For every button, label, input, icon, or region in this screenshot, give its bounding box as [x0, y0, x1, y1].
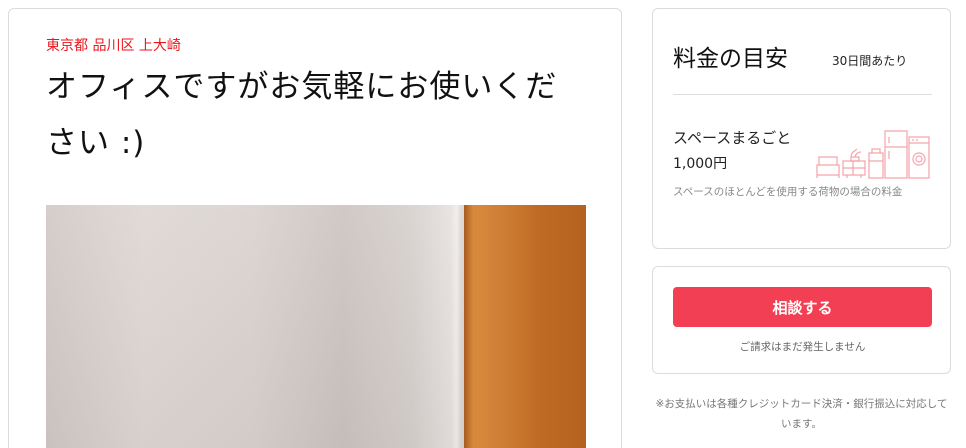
plan-name: スペースまるごと: [673, 129, 792, 147]
listing-card: 東京都 品川区 上大崎 オフィスですがお気軽にお使いください :): [8, 8, 622, 448]
listing-location[interactable]: 東京都 品川区 上大崎: [46, 35, 181, 55]
price-period: 30日間あたり: [832, 54, 908, 68]
billing-note: ご請求はまだ発生しません: [739, 341, 866, 353]
plan-note: スペースのほとんどを使用する荷物の場合の料金: [673, 186, 903, 198]
consult-button[interactable]: 相談する: [673, 287, 932, 327]
photo-door: [464, 205, 586, 448]
price-estimate-card: 料金の目安 30日間あたり スペースまるごと 1,000円 スペースのほとんどを…: [652, 8, 951, 249]
listing-title: オフィスですがお気軽にお使いください :): [46, 69, 558, 161]
price-heading: 料金の目安: [673, 46, 788, 72]
listing-photo[interactable]: [46, 205, 586, 448]
divider: [673, 94, 932, 95]
photo-door-edge: [464, 205, 474, 448]
furniture-icon: [816, 130, 930, 179]
action-card: 相談する ご請求はまだ発生しません: [652, 266, 951, 374]
payment-note: ※お支払いは各種クレジットカード決済・銀行振込に対応しています。: [655, 398, 948, 430]
plan-price: 1,000円: [673, 156, 728, 172]
